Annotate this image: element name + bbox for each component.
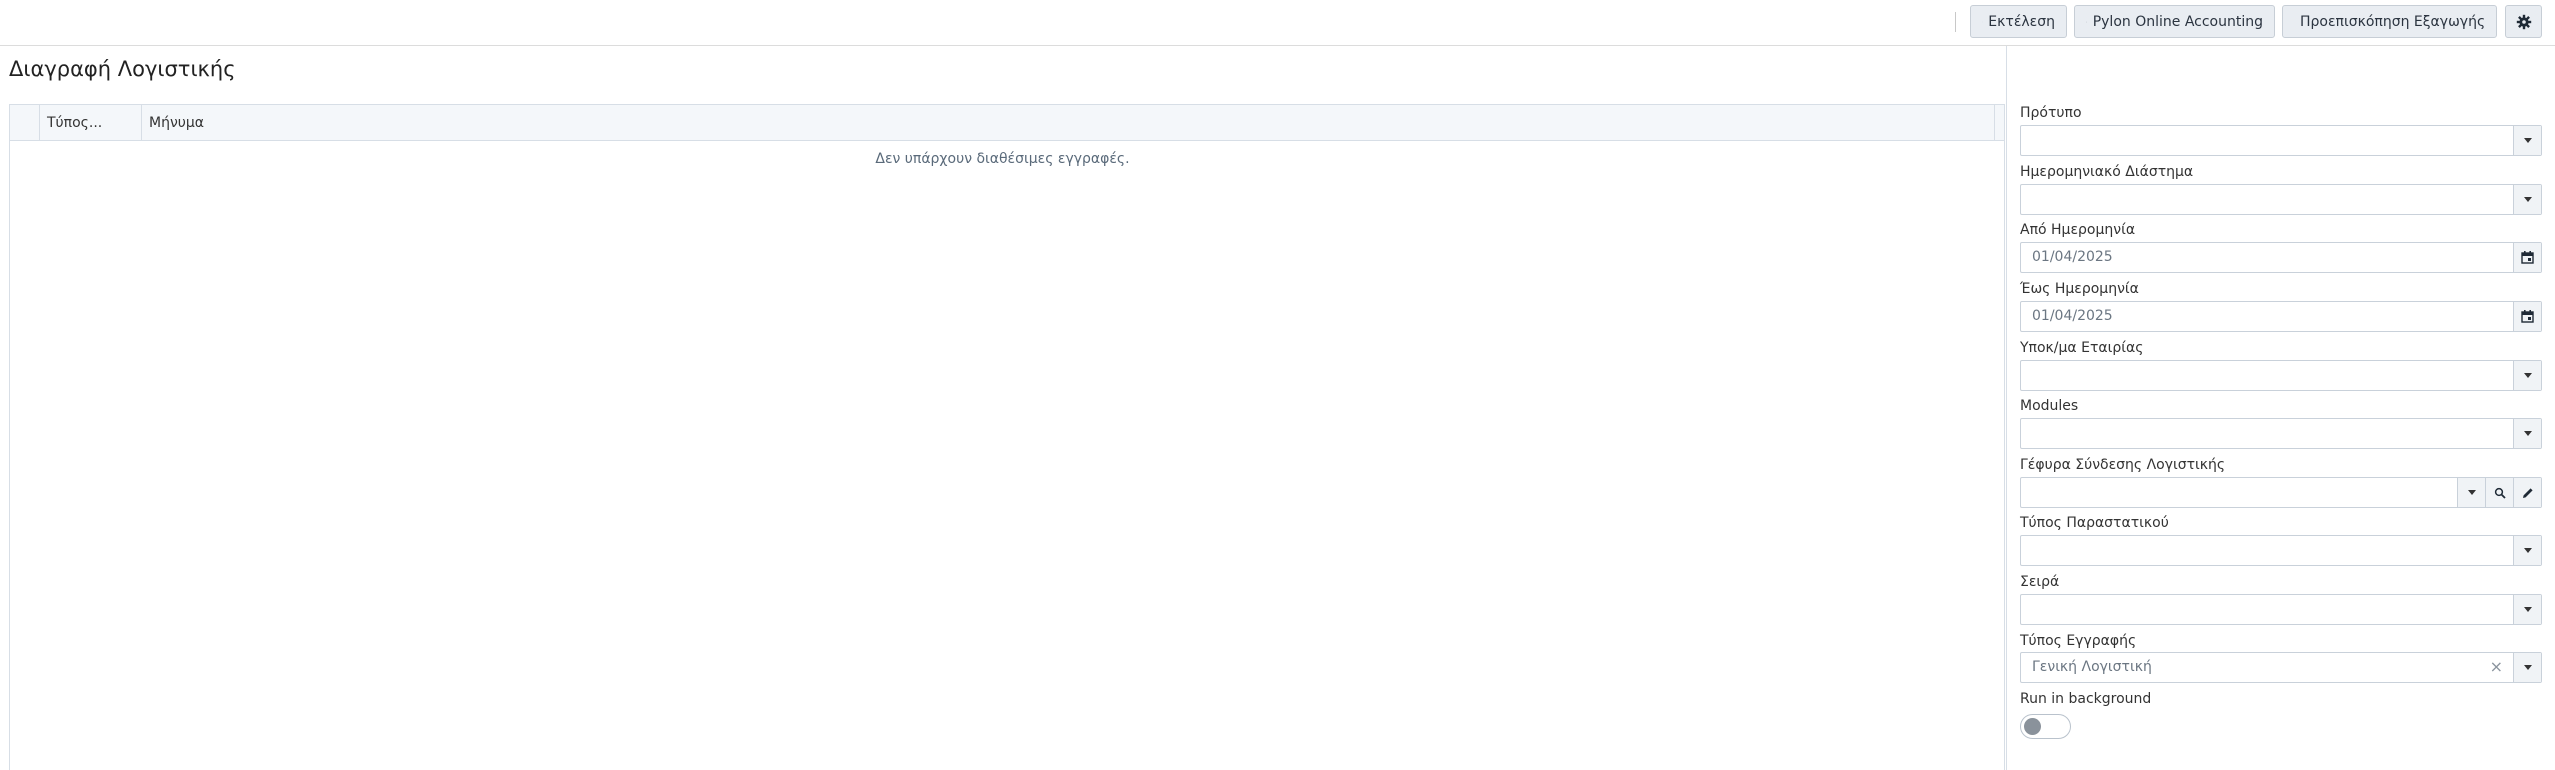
document-type-dropdown-button[interactable] <box>2513 536 2541 565</box>
grid-empty-message: Δεν υπάρχουν διαθέσιμες εγγραφές. <box>875 151 1130 167</box>
search-icon <box>2494 487 2506 499</box>
run-in-background-label: Run in background <box>2020 691 2152 707</box>
modules-dropdown-button[interactable] <box>2513 419 2541 448</box>
from-date-picker-button[interactable] <box>2513 243 2541 272</box>
chevron-down-icon <box>2523 373 2532 378</box>
modules-select[interactable] <box>2020 418 2542 449</box>
chevron-down-icon <box>2523 197 2532 202</box>
chevron-down-icon <box>2523 138 2532 143</box>
entry-type-value: Γενική Λογιστική <box>2032 659 2152 675</box>
bridge-select[interactable] <box>2020 477 2542 508</box>
page-title: Διαγραφή Λογιστικής <box>9 57 236 81</box>
chevron-down-icon <box>2523 607 2532 612</box>
top-toolbar: Εκτέλεση Pylon Online Accounting Προεπισ… <box>0 0 2555 46</box>
chevron-down-icon <box>2523 431 2532 436</box>
date-range-dropdown-button[interactable] <box>2513 185 2541 214</box>
clear-icon[interactable]: × <box>2490 657 2503 676</box>
from-date-value: 01/04/2025 <box>2032 249 2113 265</box>
template-label: Πρότυπο <box>2020 105 2082 121</box>
date-range-select[interactable] <box>2020 184 2542 215</box>
bridge-search-button[interactable] <box>2485 478 2513 507</box>
results-grid: Τύπος... Μήνυμα Δεν υπάρχουν διαθέσιμες … <box>9 104 2005 770</box>
company-branch-select[interactable] <box>2020 360 2542 391</box>
column-header-type[interactable]: Τύπος... <box>40 105 142 140</box>
to-date-field[interactable]: 01/04/2025 <box>2020 301 2542 332</box>
modules-label: Modules <box>2020 398 2079 414</box>
bridge-dropdown-button[interactable] <box>2457 478 2485 507</box>
execute-label: Εκτέλεση <box>1988 13 2055 30</box>
pencil-icon <box>2522 487 2533 498</box>
bridge-label: Γέφυρα Σύνδεσης Λογιστικής <box>2020 457 2226 473</box>
pylon-label: Pylon Online Accounting <box>2092 13 2263 30</box>
template-select[interactable] <box>2020 125 2542 156</box>
entry-type-label: Τύπος Εγγραφής <box>2020 633 2137 649</box>
entry-type-select[interactable]: Γενική Λογιστική × <box>2020 652 2542 683</box>
parameters-panel: Πρότυπο Ημερομηνιακό Διάστημα Από Ημερομ… <box>2006 46 2555 770</box>
preview-label: Προεπισκόπηση Εξαγωγής <box>2300 13 2486 30</box>
export-preview-button[interactable]: Προεπισκόπηση Εξαγωγής <box>2282 5 2497 38</box>
date-range-label: Ημερομηνιακό Διάστημα <box>2020 164 2194 180</box>
document-type-label: Τύπος Παραστατικού <box>2020 515 2169 531</box>
to-date-value: 01/04/2025 <box>2032 308 2113 324</box>
series-select[interactable] <box>2020 594 2542 625</box>
grid-header: Τύπος... Μήνυμα <box>10 105 2004 141</box>
calendar-icon <box>2521 251 2534 264</box>
select-all-column[interactable] <box>10 105 40 140</box>
run-in-background-toggle[interactable] <box>2020 714 2071 739</box>
chevron-down-icon <box>2467 490 2476 495</box>
toolbar-separator <box>1955 12 1956 32</box>
to-date-label: Έως Ημερομηνία <box>2020 281 2139 297</box>
gear-icon <box>2516 14 2531 29</box>
company-branch-label: Υποκ/μα Εταιρίας <box>2020 340 2144 356</box>
chevron-down-icon <box>2523 665 2532 670</box>
from-date-label: Από Ημερομηνία <box>2020 222 2136 238</box>
to-date-picker-button[interactable] <box>2513 302 2541 331</box>
toggle-knob <box>2024 718 2041 735</box>
document-type-select[interactable] <box>2020 535 2542 566</box>
upload-icon <box>2086 21 2087 22</box>
series-label: Σειρά <box>2020 574 2060 590</box>
execute-button[interactable]: Εκτέλεση <box>1970 5 2067 38</box>
bridge-edit-button[interactable] <box>2513 478 2541 507</box>
pylon-online-accounting-button[interactable]: Pylon Online Accounting <box>2074 5 2275 38</box>
settings-button[interactable] <box>2505 5 2542 38</box>
series-dropdown-button[interactable] <box>2513 595 2541 624</box>
column-header-spacer <box>1995 105 2005 140</box>
entry-type-dropdown-button[interactable] <box>2513 653 2541 682</box>
calendar-icon <box>2521 310 2534 323</box>
company-branch-dropdown-button[interactable] <box>2513 361 2541 390</box>
from-date-field[interactable]: 01/04/2025 <box>2020 242 2542 273</box>
template-dropdown-button[interactable] <box>2513 126 2541 155</box>
column-header-message[interactable]: Μήνυμα <box>142 105 1995 140</box>
chevron-down-icon <box>2523 548 2532 553</box>
